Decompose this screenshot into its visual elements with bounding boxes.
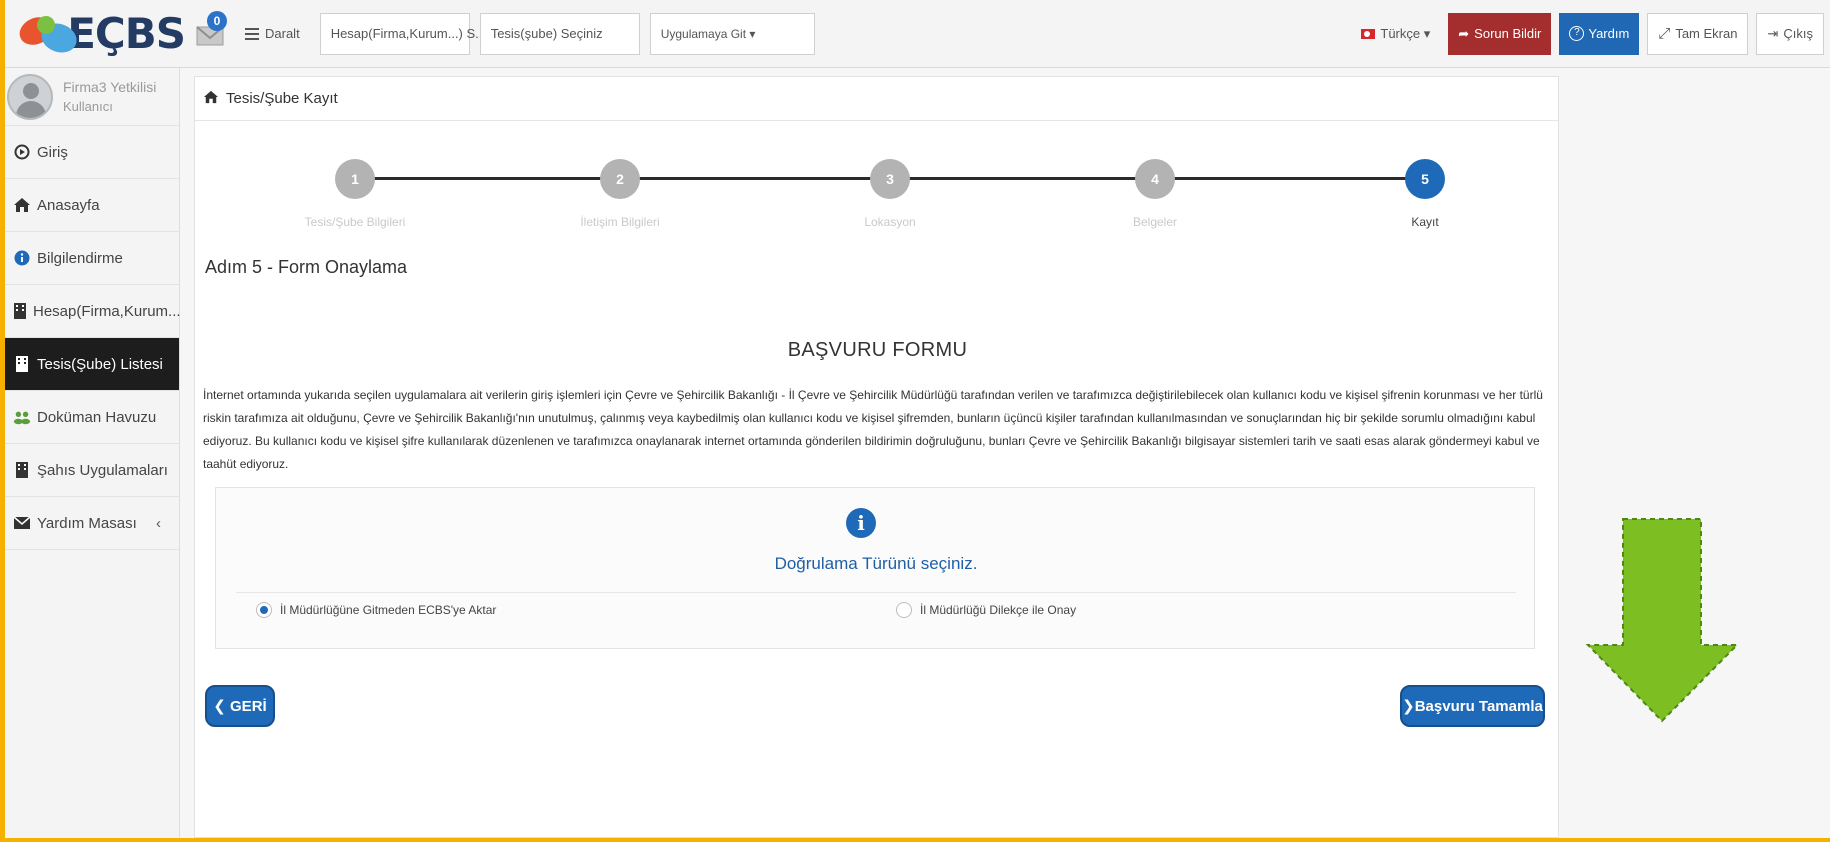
sidebar-item-sahis-uygulamalari[interactable]: Şahıs Uygulamaları xyxy=(5,444,179,497)
header-actions: Türkçe ▾ ➦ Sorun Bildir ? Yardım ⤢ Tam E… xyxy=(1343,0,1830,68)
language-label: Türkçe ▾ xyxy=(1380,25,1431,41)
report-issue-button[interactable]: ➦ Sorun Bildir xyxy=(1448,12,1552,55)
question-icon: ? xyxy=(1569,26,1585,41)
building-icon xyxy=(13,302,27,320)
radio-button[interactable] xyxy=(896,602,912,618)
legal-text: İnternet ortamında yukarıda seçilen uygu… xyxy=(203,388,1543,471)
building-icon xyxy=(13,355,31,373)
home-icon xyxy=(13,196,31,214)
user-role: Kullanıcı xyxy=(63,98,113,114)
divider xyxy=(236,592,1516,593)
wizard-step-3[interactable]: 3 xyxy=(870,159,910,199)
report-issue-label: Sorun Bildir xyxy=(1474,26,1542,41)
share-arrow-icon: ➦ xyxy=(1458,25,1470,41)
wizard-steps: 1 Tesis/Şube Bilgileri 2 İletişim Bilgil… xyxy=(195,129,1560,239)
complete-application-button[interactable]: ❯Başvuru Tamamla xyxy=(1400,685,1545,727)
info-icon: i xyxy=(846,508,876,538)
option-label: İl Müdürlüğü Dilekçe ile Onay xyxy=(920,603,1077,617)
verification-title: Doğrulama Türünü seçiniz. xyxy=(774,554,978,573)
main-content: Tesis/Şube Kayıt 1 Tesis/Şube Bilgileri … xyxy=(180,68,1830,838)
envelope-icon xyxy=(13,514,31,532)
sidebar-item-bilgilendirme[interactable]: Bilgilendirme xyxy=(5,232,179,285)
sidebar-item-label: Yardım Masası xyxy=(37,514,137,532)
account-select[interactable]: Hesap(Firma,Kurum...) S... xyxy=(319,12,486,55)
option-label: İl Müdürlüğüne Gitmeden ECBS'ye Aktar xyxy=(280,603,497,617)
top-bar: EÇBS 0 Daralt Hesap(Firma,Kurum...) S...… xyxy=(5,0,1830,68)
building-icon xyxy=(13,461,31,479)
fullscreen-button[interactable]: ⤢ Tam Ekran xyxy=(1647,12,1749,55)
sidebar-item-label: Bilgilendirme xyxy=(37,249,123,267)
wizard-step-2[interactable]: 2 xyxy=(600,159,640,199)
collapse-menu-button[interactable]: Daralt xyxy=(235,13,310,55)
form-panel: Tesis/Şube Kayıt 1 Tesis/Şube Bilgileri … xyxy=(194,76,1559,838)
users-icon xyxy=(13,408,31,426)
collapse-label: Daralt xyxy=(265,26,300,41)
step-title: Adım 5 - Form Onaylama xyxy=(205,257,408,277)
logout-icon: ⇥ xyxy=(1767,25,1779,41)
logout-label: Çıkış xyxy=(1783,26,1813,41)
form-title: BAŞVURU FORMU xyxy=(787,339,968,361)
sidebar-item-anasayfa[interactable]: Anasayfa xyxy=(5,179,179,232)
back-button[interactable]: ❮ GERİ xyxy=(205,685,275,727)
user-panel: Firma3 Yetkilisi Kullanıcı xyxy=(5,68,179,126)
sidebar-item-yardim-masasi[interactable]: Yardım Masası ‹ xyxy=(5,497,179,550)
notifications-button[interactable]: 0 xyxy=(193,10,231,53)
logout-button[interactable]: ⇥ Çıkış xyxy=(1756,12,1824,55)
fullscreen-label: Tam Ekran xyxy=(1675,26,1738,41)
info-icon xyxy=(13,249,31,267)
sidebar-item-tesis-listesi[interactable]: Tesis(Şube) Listesi xyxy=(5,338,179,391)
logo[interactable]: EÇBS xyxy=(5,0,186,68)
logo-mark-icon xyxy=(15,11,81,57)
expand-icon: ⤢ xyxy=(1658,25,1671,42)
language-select[interactable]: Türkçe ▾ xyxy=(1351,13,1440,55)
breadcrumb: Tesis/Şube Kayıt xyxy=(195,77,1558,121)
wizard-step-label: Kayıt xyxy=(1411,215,1439,229)
facility-select[interactable]: Tesis(şube) Seçiniz xyxy=(479,12,640,55)
sidebar-item-hesap[interactable]: Hesap(Firma,Kurum...) xyxy=(5,285,186,338)
notification-badge: 0 xyxy=(207,10,227,31)
flag-icon xyxy=(1361,28,1376,39)
arrow-down-icon xyxy=(1585,518,1740,723)
sidebar-item-label: Doküman Havuzu xyxy=(37,408,157,426)
help-label: Yardım xyxy=(1588,26,1630,41)
help-button[interactable]: ? Yardım xyxy=(1559,12,1640,55)
sidebar-item-label: Hesap(Firma,Kurum...) xyxy=(33,302,186,320)
radio-button-selected[interactable] xyxy=(256,602,272,618)
verification-box: i Doğrulama Türünü seçiniz. İl Müdürlüğü… xyxy=(215,487,1535,649)
wizard-step-1[interactable]: 1 xyxy=(335,159,375,199)
sidebar-item-label: Şahıs Uygulamaları xyxy=(37,461,168,479)
sign-in-icon xyxy=(13,143,31,161)
wizard-step-5[interactable]: 5 xyxy=(1405,159,1445,199)
frame-border-bottom xyxy=(0,838,1830,842)
avatar xyxy=(7,73,53,120)
sidebar-item-label: Tesis(Şube) Listesi xyxy=(37,355,163,373)
sidebar-item-giris[interactable]: Giriş xyxy=(5,126,179,179)
hamburger-icon xyxy=(245,25,259,43)
wizard-step-4[interactable]: 4 xyxy=(1135,159,1175,199)
wizard-step-label: Lokasyon xyxy=(864,215,916,229)
app-select[interactable]: Uygulamaya Git ▾ xyxy=(649,12,815,55)
home-icon[interactable] xyxy=(203,90,219,108)
sidebar: Firma3 Yetkilisi Kullanıcı Giriş Anasayf… xyxy=(5,68,186,838)
wizard-step-label: İletişim Bilgileri xyxy=(580,215,660,229)
logo-text: EÇBS xyxy=(67,9,186,58)
sidebar-item-dokuman-havuzu[interactable]: Doküman Havuzu xyxy=(5,391,179,444)
wizard-step-label: Belgeler xyxy=(1132,215,1178,229)
option-direct-transfer[interactable]: İl Müdürlüğüne Gitmeden ECBS'ye Aktar xyxy=(256,602,496,618)
option-petition-approval[interactable]: İl Müdürlüğü Dilekçe ile Onay xyxy=(896,602,1076,618)
wizard-step-label: Tesis/Şube Bilgileri xyxy=(304,215,406,229)
breadcrumb-title: Tesis/Şube Kayıt xyxy=(226,90,338,107)
user-name: Firma3 Yetkilisi xyxy=(63,78,157,95)
sidebar-item-label: Anasayfa xyxy=(37,196,100,214)
chevron-left-icon: ‹ xyxy=(156,514,161,532)
sidebar-item-label: Giriş xyxy=(37,143,68,161)
